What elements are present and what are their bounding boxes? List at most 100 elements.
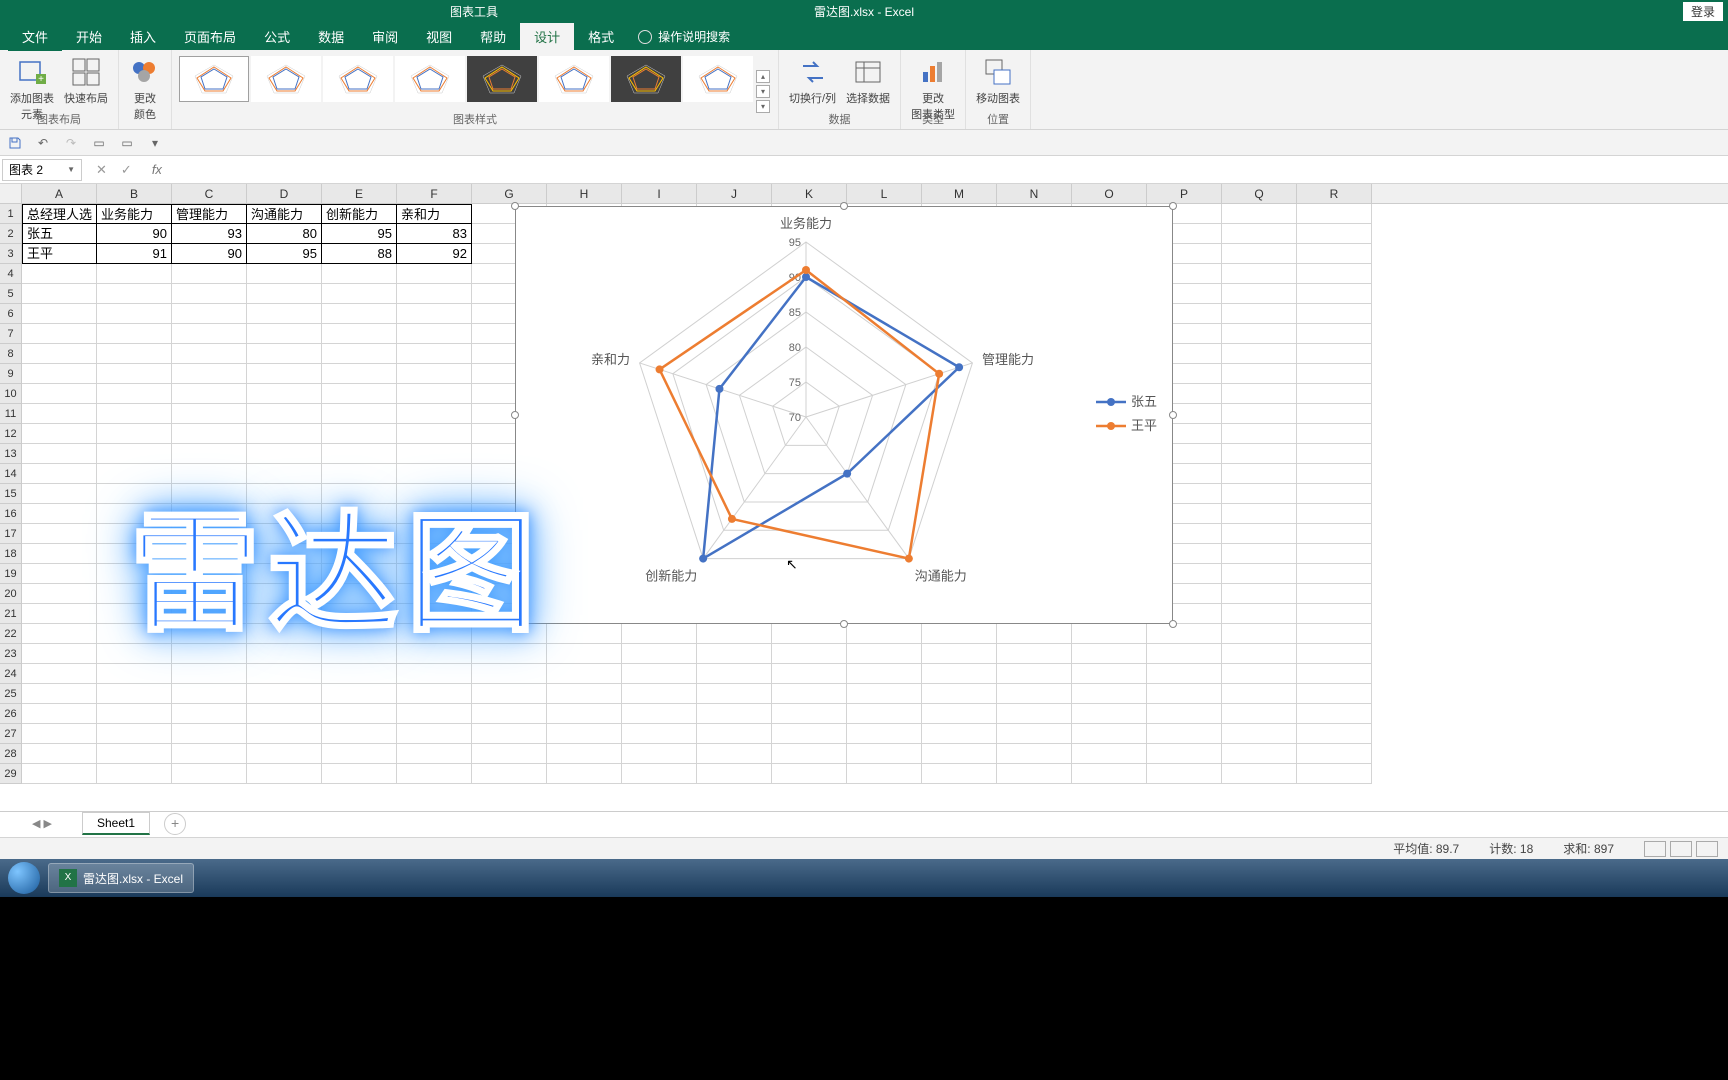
row-header[interactable]: 7 <box>0 324 22 344</box>
row-header[interactable]: 23 <box>0 644 22 664</box>
cell[interactable] <box>397 684 472 704</box>
cell[interactable] <box>22 544 97 564</box>
fx-label[interactable]: fx <box>144 162 170 177</box>
cell[interactable] <box>22 364 97 384</box>
col-header[interactable]: O <box>1072 184 1147 203</box>
cell[interactable] <box>1222 324 1297 344</box>
cell[interactable] <box>172 744 247 764</box>
cell[interactable] <box>1297 404 1372 424</box>
cell[interactable] <box>922 704 997 724</box>
cell[interactable] <box>172 344 247 364</box>
cell[interactable] <box>1297 604 1372 624</box>
cell[interactable]: 88 <box>322 244 397 264</box>
row-header[interactable]: 12 <box>0 424 22 444</box>
cell[interactable] <box>1297 704 1372 724</box>
cell[interactable]: 93 <box>172 224 247 244</box>
cell[interactable] <box>322 744 397 764</box>
cell[interactable] <box>997 704 1072 724</box>
cell[interactable] <box>1222 504 1297 524</box>
cell[interactable] <box>22 304 97 324</box>
spreadsheet-grid[interactable]: ABCDEFGHIJKLMNOPQR 1总经理人选业务能力管理能力沟通能力创新能… <box>0 184 1728 784</box>
cell[interactable] <box>22 424 97 444</box>
cell[interactable] <box>922 644 997 664</box>
cell[interactable] <box>172 364 247 384</box>
row-header[interactable]: 29 <box>0 764 22 784</box>
chart-style-2[interactable] <box>251 56 321 102</box>
cell[interactable] <box>1147 644 1222 664</box>
chart-style-1[interactable] <box>179 56 249 102</box>
cell[interactable] <box>322 764 397 784</box>
row-header[interactable]: 25 <box>0 684 22 704</box>
view-normal-icon[interactable] <box>1644 841 1666 857</box>
undo-button[interactable]: ↶ <box>34 134 52 152</box>
col-header[interactable]: N <box>997 184 1072 203</box>
cell[interactable] <box>547 664 622 684</box>
tab-file[interactable]: 文件 <box>8 22 62 51</box>
cell[interactable] <box>997 664 1072 684</box>
cell[interactable] <box>472 764 547 784</box>
cell[interactable] <box>1072 764 1147 784</box>
cell[interactable] <box>22 524 97 544</box>
row-header[interactable]: 19 <box>0 564 22 584</box>
tab-review[interactable]: 审阅 <box>358 22 412 51</box>
cell[interactable] <box>772 644 847 664</box>
cell[interactable] <box>247 264 322 284</box>
cell[interactable] <box>1297 624 1372 644</box>
col-header[interactable]: K <box>772 184 847 203</box>
cell[interactable] <box>1297 664 1372 684</box>
cell[interactable] <box>1222 364 1297 384</box>
cell[interactable] <box>1297 684 1372 704</box>
tab-view[interactable]: 视图 <box>412 22 466 51</box>
cell[interactable] <box>22 604 97 624</box>
col-header[interactable]: L <box>847 184 922 203</box>
change-colors-button[interactable]: 更改 颜色 <box>125 54 165 124</box>
col-header[interactable]: A <box>22 184 97 203</box>
cell[interactable] <box>22 504 97 524</box>
cell[interactable] <box>397 704 472 724</box>
cell[interactable] <box>97 324 172 344</box>
cell[interactable] <box>322 404 397 424</box>
chart-style-7[interactable] <box>611 56 681 102</box>
cell[interactable] <box>472 704 547 724</box>
cell[interactable] <box>322 684 397 704</box>
cell[interactable] <box>247 684 322 704</box>
cell[interactable] <box>397 344 472 364</box>
cell[interactable] <box>697 664 772 684</box>
cell[interactable] <box>1222 224 1297 244</box>
cell[interactable] <box>322 304 397 324</box>
row-header[interactable]: 4 <box>0 264 22 284</box>
tab-formulas[interactable]: 公式 <box>250 22 304 51</box>
cell[interactable] <box>1072 644 1147 664</box>
cell[interactable] <box>97 684 172 704</box>
cell[interactable] <box>1222 624 1297 644</box>
cell[interactable] <box>1222 304 1297 324</box>
view-break-icon[interactable] <box>1696 841 1718 857</box>
cell[interactable] <box>772 704 847 724</box>
cell[interactable] <box>772 664 847 684</box>
row-header[interactable]: 22 <box>0 624 22 644</box>
cancel-icon[interactable]: ✕ <box>96 162 107 178</box>
taskbar-item-excel[interactable]: X 雷达图.xlsx - Excel <box>48 863 194 893</box>
cell[interactable] <box>1222 264 1297 284</box>
row-header[interactable]: 27 <box>0 724 22 744</box>
cell[interactable]: 91 <box>97 244 172 264</box>
cell[interactable] <box>397 764 472 784</box>
cell[interactable] <box>847 724 922 744</box>
cell[interactable] <box>1297 244 1372 264</box>
cell[interactable] <box>847 704 922 724</box>
cell[interactable] <box>697 684 772 704</box>
resize-handle[interactable] <box>1169 411 1177 419</box>
cell[interactable] <box>1297 424 1372 444</box>
cell[interactable] <box>472 724 547 744</box>
cell[interactable] <box>97 744 172 764</box>
cell[interactable] <box>772 624 847 644</box>
col-header[interactable]: F <box>397 184 472 203</box>
tab-home[interactable]: 开始 <box>62 22 116 51</box>
cell[interactable] <box>622 704 697 724</box>
cell[interactable]: 业务能力 <box>97 204 172 224</box>
cell[interactable] <box>997 724 1072 744</box>
cell[interactable]: 90 <box>97 224 172 244</box>
cell[interactable] <box>397 264 472 284</box>
name-box-dropdown-icon[interactable]: ▼ <box>67 165 75 174</box>
cell[interactable] <box>247 284 322 304</box>
